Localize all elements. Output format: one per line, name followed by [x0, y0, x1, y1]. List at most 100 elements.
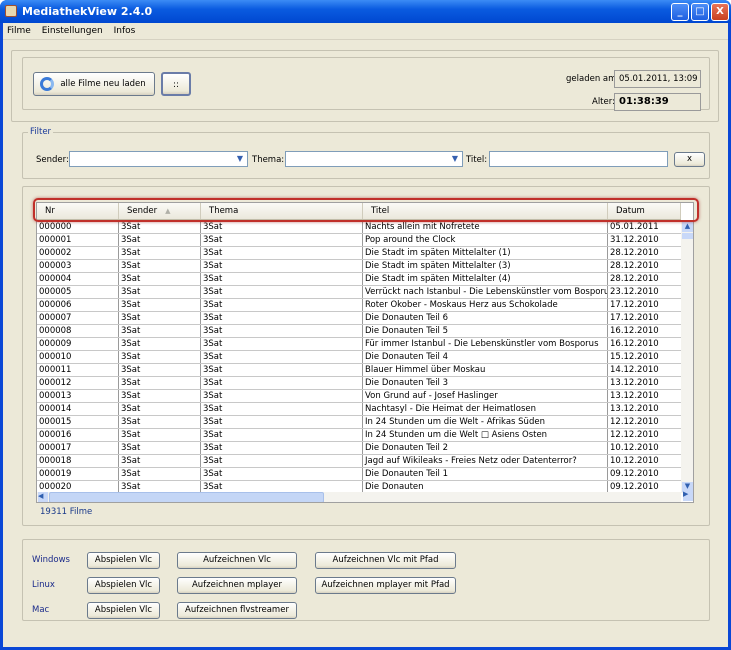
loaded-value: 05.01.2011, 13:09 [614, 70, 701, 88]
table-cell: Von Grund auf - Josef Haslinger [363, 390, 608, 402]
table-cell: 28.12.2010 [610, 248, 659, 258]
table-cell: 3Sat [201, 455, 363, 467]
table-cell: 000008 [37, 325, 119, 337]
scroll-left-icon[interactable]: ◀ [38, 492, 48, 502]
table-row[interactable]: 000015 3Sat 3Sat In 24 Stunden um die Welt … [37, 416, 681, 429]
table-cell: 3Sat [119, 247, 201, 259]
table-row[interactable]: 000004 3Sat 3Sat Die Stadt im späten Mittel… [37, 273, 681, 286]
table-row[interactable]: 000006 3Sat 3Sat Roter Okober - Moskaus Her… [37, 299, 681, 312]
vertical-scroll-thumb[interactable] [682, 233, 693, 239]
table-cell: Blauer Himmel über Moskau [363, 364, 608, 376]
table-row[interactable]: 000014 3Sat 3Sat Nachtasyl - Die Heimat der… [37, 403, 681, 416]
table-cell: Nachts allein mit Nofretete [363, 221, 608, 233]
titel-label: Titel: [466, 155, 488, 165]
table-cell: Roter Okober - Moskaus Herz aus Schokola… [363, 299, 608, 311]
table-row[interactable]: 000013 3Sat 3Sat Von Grund auf - Josef Hasl… [37, 390, 681, 403]
table-row[interactable]: 000005 3Sat 3Sat Verrückt nach Istanbul - D… [37, 286, 681, 299]
table-cell: 16.12.2010 [610, 326, 659, 336]
refresh-icon [40, 77, 54, 91]
table-row[interactable]: 000018 3Sat 3Sat Jagd auf Wikileaks - Freie… [37, 455, 681, 468]
table-row[interactable]: 000001 3Sat 3Sat Pop around the Clock 31.12.… [37, 234, 681, 247]
table-cell: 3Sat [201, 468, 363, 480]
player-button[interactable]: Aufzeichnen Vlc mit Pfad [315, 552, 456, 569]
table-row[interactable]: 000009 3Sat 3Sat Für immer Istanbul - Die L… [37, 338, 681, 351]
table-cell: Jagd auf Wikileaks - Freies Netz oder Da… [363, 455, 608, 467]
table-cell: 3Sat [119, 299, 201, 311]
table-row[interactable]: 000003 3Sat 3Sat Die Stadt im späten Mittel… [37, 260, 681, 273]
table-row[interactable]: 000012 3Sat 3Sat Die Donauten Teil 3 13.12.2… [37, 377, 681, 390]
film-table: Nr Sender ▲ Thema Titel Datum 000000 3Sat 3… [36, 202, 694, 503]
table-cell: Die Donauten Teil 4 [363, 351, 608, 363]
player-button[interactable]: Aufzeichnen flvstreamer [177, 602, 297, 619]
table-row[interactable]: 000016 3Sat 3Sat In 24 Stunden um die Welt … [37, 429, 681, 442]
table-cell: Pop around the Clock [363, 234, 608, 246]
table-cell: 3Sat [201, 234, 363, 246]
table-cell: 3Sat [119, 325, 201, 337]
horizontal-scrollbar[interactable]: ◀ [37, 492, 681, 502]
extra-button[interactable]: :: [161, 72, 191, 96]
table-cell: In 24 Stunden um die Welt - Afrikas Süde… [363, 416, 608, 428]
menu-einstellungen[interactable]: Einstellungen [42, 26, 103, 36]
minimize-button[interactable]: _ [671, 3, 689, 21]
table-cell: 12.12.2010 [610, 430, 659, 440]
menu-filme[interactable]: Filme [7, 26, 31, 36]
player-button[interactable]: Abspielen Vlc [87, 552, 160, 569]
player-button[interactable]: Aufzeichnen mplayer mit Pfad [315, 577, 456, 594]
sender-label: Sender: [36, 155, 69, 165]
maximize-button[interactable]: □ [691, 3, 709, 21]
table-cell: 000003 [37, 260, 119, 272]
scroll-up-icon[interactable]: ▲ [682, 222, 693, 232]
app-window: MediathekView 2.4.0 _ □ X Filme Einstell… [0, 0, 731, 650]
table-cell: 15.12.2010 [610, 352, 659, 362]
menu-bar: Filme Einstellungen Infos [3, 23, 728, 40]
table-row[interactable]: 000002 3Sat 3Sat Die Stadt im späten Mittel… [37, 247, 681, 260]
table-cell: 000014 [37, 403, 119, 415]
vertical-scrollbar[interactable]: ▲ ▼ [681, 221, 693, 493]
horizontal-scroll-thumb[interactable] [49, 492, 324, 502]
player-button[interactable]: Abspielen Vlc [87, 577, 160, 594]
player-button[interactable]: Aufzeichnen Vlc [177, 552, 297, 569]
table-cell: 3Sat [119, 273, 201, 285]
table-row[interactable]: 000007 3Sat 3Sat Die Donauten Teil 6 17.12.2… [37, 312, 681, 325]
titel-input[interactable] [489, 151, 668, 167]
table-cell: 3Sat [119, 416, 201, 428]
table-cell: 3Sat [201, 429, 363, 441]
table-cell: 3Sat [119, 286, 201, 298]
reload-all-button[interactable]: alle Filme neu laden [33, 72, 155, 96]
os-label-mac: Mac [32, 605, 50, 615]
table-row[interactable]: 000017 3Sat 3Sat Die Donauten Teil 2 10.12.2… [37, 442, 681, 455]
table-row[interactable]: 000000 3Sat 3Sat Nachts allein mit Nofretet… [37, 221, 681, 234]
table-cell: Die Stadt im späten Mittelalter (3) [363, 260, 608, 272]
table-row[interactable]: 000008 3Sat 3Sat Die Donauten Teil 5 16.12.2… [37, 325, 681, 338]
clear-filter-button[interactable]: x [674, 152, 705, 167]
player-button[interactable]: Abspielen Vlc [87, 602, 160, 619]
table-row[interactable]: 000011 3Sat 3Sat Blauer Himmel über Moskau 1… [37, 364, 681, 377]
sender-combo[interactable]: ▼ [69, 151, 248, 167]
table-cell: 000015 [37, 416, 119, 428]
thema-combo[interactable]: ▼ [285, 151, 463, 167]
table-cell: 3Sat [201, 299, 363, 311]
player-button[interactable]: Aufzeichnen mplayer [177, 577, 297, 594]
age-label: Alter: [592, 97, 615, 107]
table-row[interactable]: 000019 3Sat 3Sat Die Donauten Teil 1 09.12.2… [37, 468, 681, 481]
client-area: Filme Einstellungen Infos alle Filme neu… [3, 23, 728, 647]
table-cell: 000006 [37, 299, 119, 311]
table-cell: Für immer Istanbul - Die Lebenskünstler … [363, 338, 608, 350]
table-cell: 10.12.2010 [610, 456, 659, 466]
table-cell: 000016 [37, 429, 119, 441]
table-cell: 000013 [37, 390, 119, 402]
table-cell: 3Sat [119, 260, 201, 272]
close-button[interactable]: X [711, 3, 729, 21]
table-cell: 3Sat [119, 312, 201, 324]
menu-infos[interactable]: Infos [114, 26, 136, 36]
reload-label: alle Filme neu laden [60, 79, 146, 89]
table-cell: Die Donauten Teil 2 [363, 442, 608, 454]
table-cell: 000005 [37, 286, 119, 298]
table-cell: Die Donauten Teil 5 [363, 325, 608, 337]
table-cell: Die Stadt im späten Mittelalter (4) [363, 273, 608, 285]
table-cell: 05.01.2011 [610, 222, 659, 232]
java-app-icon [5, 5, 17, 17]
scroll-right-icon[interactable]: ▶ [683, 490, 693, 501]
table-row[interactable]: 000010 3Sat 3Sat Die Donauten Teil 4 15.12.2… [37, 351, 681, 364]
table-cell: 000004 [37, 273, 119, 285]
